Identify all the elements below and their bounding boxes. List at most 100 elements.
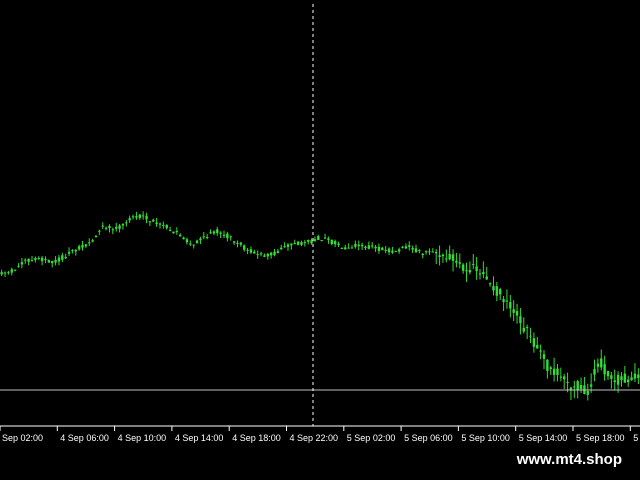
candle-body <box>98 230 101 232</box>
candle-body <box>542 354 546 359</box>
candle-body <box>37 257 40 260</box>
candle-body <box>256 254 259 256</box>
candle-body <box>10 269 13 273</box>
candle-body <box>451 254 455 261</box>
candle-body <box>246 249 249 251</box>
candle-body <box>340 247 344 249</box>
candle-body <box>478 273 482 275</box>
candle-body <box>529 335 532 337</box>
candle-body <box>613 380 616 383</box>
candle-body <box>418 250 421 252</box>
candle-body <box>492 286 495 291</box>
candle-body <box>138 214 141 219</box>
candle-body <box>404 246 408 249</box>
candle-body <box>546 359 549 371</box>
candle-body <box>64 256 67 259</box>
candle-body <box>195 240 199 244</box>
candle-body <box>347 247 350 249</box>
candle-body <box>387 248 391 253</box>
candle-body <box>472 264 475 266</box>
candle-body <box>627 379 630 383</box>
candle-body <box>586 391 589 395</box>
chart-canvas[interactable]: Sep 02:00 4 Sep 06:00 4 Sep 10:00 4 Sep 14:… <box>0 0 640 480</box>
candle-body <box>573 386 576 388</box>
candle-body <box>435 251 438 254</box>
candle-body <box>293 242 296 244</box>
time-tick-label: 4 Sep 06:00 <box>60 433 109 443</box>
candle-body <box>559 376 563 378</box>
candle-body <box>266 253 269 257</box>
candle-body <box>152 219 155 222</box>
candle-body <box>512 309 515 313</box>
candle-body <box>320 240 323 242</box>
candle-body <box>27 258 30 262</box>
candle-body <box>232 241 236 243</box>
candle-body <box>424 251 428 253</box>
candle-body <box>192 244 195 246</box>
candle-body <box>30 260 34 262</box>
candle-body <box>401 246 404 248</box>
candle-body <box>17 266 20 268</box>
candle-body <box>54 259 57 263</box>
candle-body <box>236 242 239 244</box>
candle-body <box>569 387 573 390</box>
candle-body <box>286 244 290 248</box>
candle-body <box>24 259 27 261</box>
candle-body <box>522 327 525 332</box>
candle-body <box>34 257 37 260</box>
candle-body <box>475 266 478 272</box>
candle-body <box>536 344 539 349</box>
candle-body <box>7 272 10 274</box>
candle-body <box>94 235 98 237</box>
candle-body <box>381 247 384 251</box>
candle-body <box>104 227 108 229</box>
candle-body <box>576 381 579 390</box>
time-tick-label: 5 S <box>633 433 640 443</box>
candle-body <box>162 225 165 227</box>
time-tick-label: 5 Sep 10:00 <box>461 433 510 443</box>
time-tick-label: 4 Sep 14:00 <box>175 433 224 443</box>
candle-body <box>307 239 310 242</box>
candle-body <box>71 250 74 252</box>
candle-body <box>74 249 77 252</box>
time-tick-label: 5 Sep 02:00 <box>347 433 396 443</box>
candle-body <box>276 251 280 254</box>
candle-body <box>269 252 273 256</box>
candle-body <box>283 246 286 248</box>
candle-body <box>212 231 216 234</box>
candle-body <box>637 374 640 379</box>
candle-body <box>249 249 253 253</box>
time-tick-label: 5 Sep 14:00 <box>519 433 568 443</box>
candle-body <box>468 270 472 273</box>
candle-body <box>175 231 179 233</box>
candle-body <box>219 232 222 234</box>
candle-body <box>118 225 121 229</box>
candle-body <box>168 229 172 231</box>
candle-body <box>593 368 596 375</box>
candle-body <box>360 244 364 247</box>
time-tick-label: 4 Sep 10:00 <box>118 433 167 443</box>
candle-body <box>391 250 394 253</box>
candle-body <box>145 215 148 220</box>
candle-body <box>397 249 401 252</box>
candle-body <box>185 239 189 243</box>
candle-body <box>549 367 552 369</box>
price-chart[interactable]: Sep 02:00 4 Sep 06:00 4 Sep 10:00 4 Sep 14:… <box>0 0 640 480</box>
candle-body <box>88 242 91 244</box>
candle-body <box>408 245 411 247</box>
time-tick-label: Sep 02:00 <box>2 433 43 443</box>
candle-body <box>461 264 465 271</box>
candle-body <box>111 229 115 231</box>
candle-body <box>532 338 536 347</box>
candle-body <box>350 247 354 249</box>
candle-body <box>364 246 367 249</box>
candle-body <box>259 253 263 255</box>
candle-body <box>84 244 88 247</box>
candle-body <box>563 376 566 380</box>
candle-body <box>603 364 606 375</box>
time-tick-label: 4 Sep 22:00 <box>290 433 339 443</box>
candle-body <box>296 241 300 245</box>
time-tick-label: 5 Sep 06:00 <box>404 433 453 443</box>
time-tick-label: 5 Sep 18:00 <box>576 433 625 443</box>
candle-body <box>620 376 623 381</box>
